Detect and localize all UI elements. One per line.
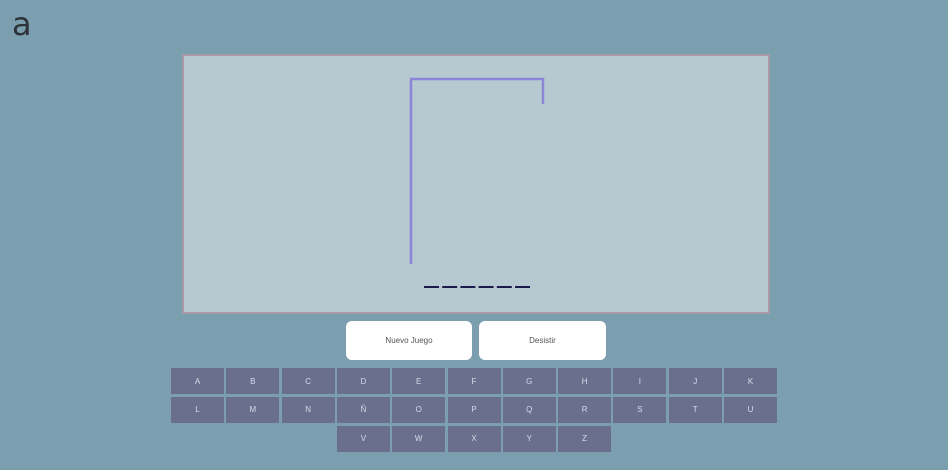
key-w[interactable]: W — [392, 425, 446, 452]
key-x[interactable]: X — [447, 425, 501, 452]
key-p[interactable]: P — [447, 396, 501, 423]
key-s[interactable]: S — [613, 396, 667, 423]
hangman-drawing — [409, 77, 545, 288]
letter-keyboard: ABCDEFGHIJK LMNÑOPQRSTU VWXYZ — [171, 368, 779, 452]
key-e[interactable]: E — [392, 368, 446, 394]
key-h[interactable]: H — [558, 368, 612, 394]
key-z[interactable]: Z — [558, 425, 612, 452]
key-l[interactable]: L — [171, 396, 224, 423]
key-m[interactable]: M — [226, 396, 280, 423]
key-n[interactable]: N — [281, 396, 335, 423]
key-c[interactable]: C — [281, 368, 335, 394]
logo-icon: a — [12, 5, 32, 43]
key-v[interactable]: V — [336, 425, 390, 452]
key-o[interactable]: O — [392, 396, 446, 423]
key-i[interactable]: I — [613, 368, 667, 394]
give-up-button[interactable]: Desistir — [479, 321, 606, 360]
key-f[interactable]: F — [447, 368, 501, 394]
key-t[interactable]: T — [668, 396, 722, 423]
key-u[interactable]: U — [724, 396, 777, 423]
key-d[interactable]: D — [336, 368, 390, 394]
key-k[interactable]: K — [724, 368, 777, 394]
key-a[interactable]: A — [171, 368, 224, 394]
key-ñ[interactable]: Ñ — [336, 396, 390, 423]
game-board — [182, 54, 770, 314]
key-j[interactable]: J — [668, 368, 722, 394]
gallows — [409, 77, 545, 264]
key-y[interactable]: Y — [502, 425, 556, 452]
key-q[interactable]: Q — [502, 396, 556, 423]
key-b[interactable]: B — [226, 368, 280, 394]
key-r[interactable]: R — [558, 396, 612, 423]
key-g[interactable]: G — [502, 368, 556, 394]
new-game-button[interactable]: Nuevo Juego — [346, 321, 472, 360]
